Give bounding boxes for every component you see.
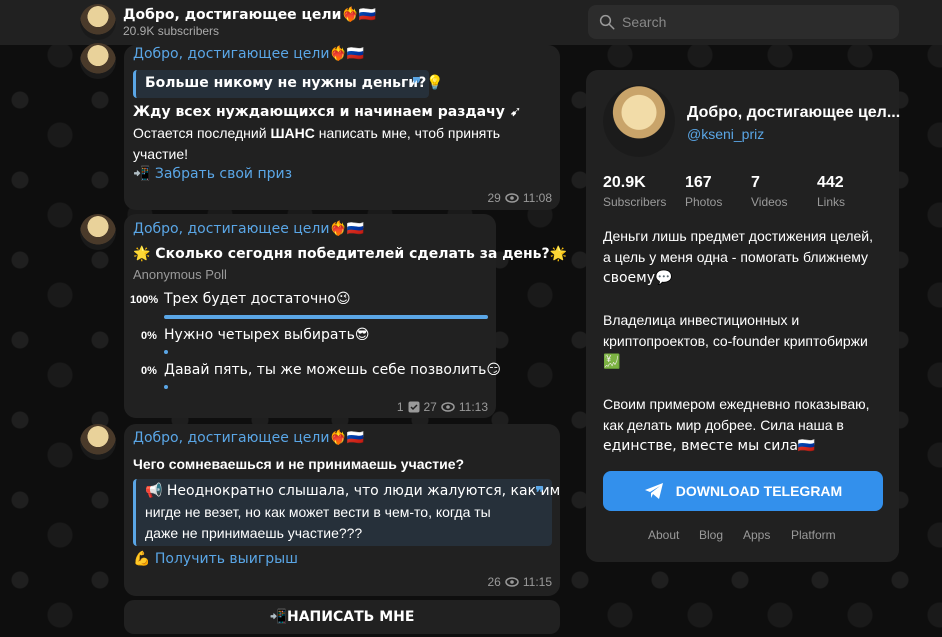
eye-icon xyxy=(505,577,519,587)
quote-block: Больше никому не нужны деньги?💡 ❞ xyxy=(133,70,444,98)
message-sender[interactable]: Добро, достигающее цели❤️‍🔥🇷🇺 xyxy=(133,430,364,446)
quote-text: даже не принимаешь участие??? xyxy=(145,525,363,541)
channel-avatar-large xyxy=(603,85,675,157)
stat-label: Subscribers xyxy=(603,195,667,209)
stat-value: 20.9K xyxy=(603,174,646,191)
download-label: DOWNLOAD TELEGRAM xyxy=(675,483,843,499)
poll-type: Anonymous Poll xyxy=(133,267,227,282)
message-sender[interactable]: Добро, достигающее цели❤️‍🔥🇷🇺 xyxy=(133,46,364,62)
quote-text: 📢 Неоднократно слышала, что люди жалуютс… xyxy=(145,483,561,499)
message-time: 11:15 xyxy=(522,575,552,589)
poll-option-text[interactable]: Трех будет достаточно😉 xyxy=(164,291,351,307)
eye-icon xyxy=(505,193,519,203)
search-box[interactable] xyxy=(588,5,899,39)
channel-description: Своим примером ежедневно показываю, как … xyxy=(603,396,870,454)
footer-link-apps[interactable]: Apps xyxy=(743,528,770,542)
message-text-line: Жду всех нуждающихся и начинаем раздачу … xyxy=(133,104,522,120)
subscriber-count: 20.9K subscribers xyxy=(123,24,220,38)
footer-link-platform[interactable]: Platform xyxy=(791,528,836,542)
view-count: 29 xyxy=(487,191,501,205)
view-count: 26 xyxy=(487,575,501,589)
claim-prize-link[interactable]: 📲 Забрать свой приз xyxy=(133,166,292,182)
channel-title[interactable]: Добро, достигающее цели❤️‍🔥🇷🇺 xyxy=(123,7,376,23)
channel-name: Добро, достигающее цел... xyxy=(687,104,901,121)
view-count: 27 xyxy=(423,400,437,414)
channel-description: Деньги лишь предмет достижения целей, а … xyxy=(603,228,873,286)
channel-avatar[interactable] xyxy=(80,4,116,40)
stat-value: 7 xyxy=(751,174,760,191)
get-prize-link[interactable]: 💪 Получить выигрыш xyxy=(133,551,298,567)
message-bubble: Добро, достигающее цели❤️‍🔥🇷🇺 Больше ник… xyxy=(124,45,560,210)
channel-description: Владелица инвестиционных и криптопроекто… xyxy=(603,312,868,370)
stat-value: 167 xyxy=(685,174,712,191)
message-sender[interactable]: Добро, достигающее цели❤️‍🔥🇷🇺 xyxy=(133,221,364,237)
top-bar: Добро, достигающее цели❤️‍🔥🇷🇺 20.9K subs… xyxy=(0,0,942,45)
poll-option-percent: 0% xyxy=(141,330,157,342)
stat-label: Videos xyxy=(751,195,788,209)
checkbox-icon xyxy=(408,401,419,413)
stat-label: Links xyxy=(817,195,846,209)
footer-link-blog[interactable]: Blog xyxy=(699,528,723,542)
poll-option-bar xyxy=(164,315,488,319)
message-meta: 29 11:08 xyxy=(488,191,553,205)
eye-icon xyxy=(441,402,455,412)
quote-block: 📢 Неоднократно слышала, что люди жалуютс… xyxy=(133,479,560,546)
poll-option-text[interactable]: Давай пять, ты же можешь себе позволить😏 xyxy=(164,362,501,378)
poll-option-bar xyxy=(164,385,168,389)
message-avatar[interactable] xyxy=(80,424,116,460)
message-meta: 26 11:15 xyxy=(488,575,553,589)
poll-bubble: Добро, достигающее цели❤️‍🔥🇷🇺 🌟 Сколько … xyxy=(124,214,567,418)
poll-option-percent: 0% xyxy=(141,365,157,377)
message-text-line: Остается последний ШАНС написать мне, чт… xyxy=(133,125,501,141)
poll-option-percent: 100% xyxy=(130,294,159,306)
stat-label: Photos xyxy=(685,195,723,209)
poll-question: 🌟 Сколько сегодня победителей сделать за… xyxy=(133,246,568,262)
telegram-plane-icon xyxy=(644,483,663,499)
poll-option-bar xyxy=(164,350,168,354)
write-me-button[interactable]: 📲НАПИСАТЬ МНЕ xyxy=(124,600,560,634)
message-time: 11:13 xyxy=(458,400,488,414)
footer-link-about[interactable]: About xyxy=(648,528,679,542)
channel-username[interactable]: @kseni_priz xyxy=(687,126,764,142)
message-bubble: Добро, достигающее цели❤️‍🔥🇷🇺 Чего сомне… xyxy=(124,424,560,596)
message-meta: 1 27 11:13 xyxy=(397,400,488,414)
search-input[interactable] xyxy=(622,11,882,33)
stat-value: 442 xyxy=(817,174,844,191)
quote-text: Больше никому не нужны деньги?💡 xyxy=(145,75,444,91)
vote-count: 1 xyxy=(396,400,404,414)
channel-info-card: Добро, достигающее цел... @kseni_priz 20… xyxy=(586,70,901,562)
download-telegram-button[interactable]: DOWNLOAD TELEGRAM xyxy=(603,471,883,511)
search-icon xyxy=(599,14,615,30)
quote-text: нигде не везет, но как может вести в чем… xyxy=(145,504,491,520)
message-text-line: участие! xyxy=(133,146,188,162)
quote-icon: ❞ xyxy=(412,76,421,93)
message-avatar[interactable] xyxy=(80,43,116,79)
message-time: 11:08 xyxy=(522,191,552,205)
message-headline: Чего сомневаешься и не принимаешь участи… xyxy=(133,456,465,472)
message-avatar[interactable] xyxy=(80,214,116,250)
poll-option-text[interactable]: Нужно четырех выбирать😎 xyxy=(164,327,369,343)
quote-icon: ❞ xyxy=(535,485,544,502)
